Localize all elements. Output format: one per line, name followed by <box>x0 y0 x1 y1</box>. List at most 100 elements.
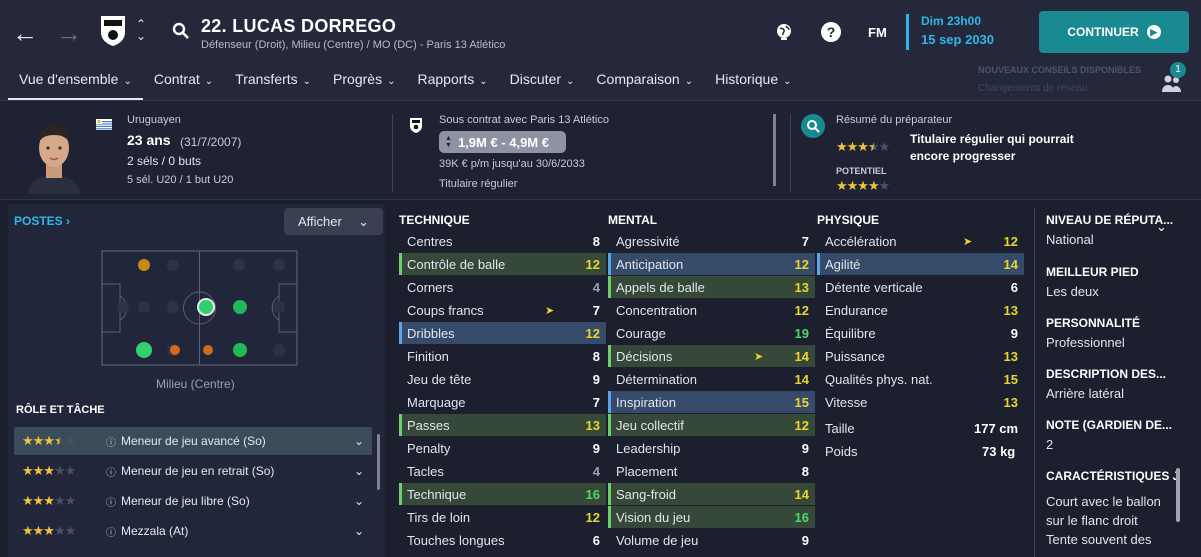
attr-row[interactable]: Endurance 13 <box>817 299 1024 321</box>
help-icon[interactable]: ? <box>821 22 841 42</box>
info-scrollbar[interactable] <box>1176 468 1180 522</box>
chevron-down-icon[interactable]: ⌄ <box>1156 219 1167 235</box>
role-stars: ★★★★★ <box>22 523 76 538</box>
attr-row[interactable]: Marquage 7 <box>399 391 606 413</box>
info-item[interactable]: NOTE (GARDIEN DE... 2 <box>1046 418 1176 469</box>
attr-row[interactable]: Accélération ➤ 12 <box>817 230 1024 252</box>
roles-scrollbar[interactable] <box>377 434 380 490</box>
world-globe-icon[interactable] <box>774 22 794 42</box>
role-name: Meneur de jeu libre (So) <box>121 494 250 508</box>
search-icon[interactable] <box>172 22 190 45</box>
height-value: 177 cm <box>974 421 1019 436</box>
role-item[interactable]: ★★★★★ ⓘ Mezzala (At) ⌄ <box>14 517 372 545</box>
attr-row[interactable]: Concentration 12 <box>608 299 815 321</box>
coach-report-icon[interactable] <box>801 114 825 138</box>
role-name: Meneur de jeu avancé (So) <box>121 434 266 448</box>
club-crest-icon <box>100 15 126 47</box>
attr-row[interactable]: Appels de balle 13 <box>608 276 815 298</box>
role-stars: ★★★★★ <box>22 433 76 448</box>
chevron-down-icon[interactable]: ⌄ <box>354 464 364 478</box>
strip-scrollbar[interactable] <box>773 114 776 186</box>
tab-transfers[interactable]: Transferts ⌄ <box>224 67 322 97</box>
info-icon: ⓘ <box>106 497 116 509</box>
physique-list: Accélération ➤ 12 Agilité 14 Détente vertic… <box>817 230 1024 414</box>
tab-reports[interactable]: Rapports ⌄ <box>406 67 498 97</box>
attr-row[interactable]: Volume de jeu 9 <box>608 529 815 551</box>
attr-row[interactable]: Puissance 13 <box>817 345 1024 367</box>
trend-arrow-icon: ➤ <box>545 304 555 317</box>
player-avatar <box>24 118 84 194</box>
show-dropdown[interactable]: Afficher ⌄ <box>284 208 383 235</box>
attr-row[interactable]: Vision du jeu 16 <box>608 506 815 528</box>
attr-row[interactable]: Passes 13 <box>399 414 606 436</box>
transfer-value-badge[interactable]: ▲ ▼ 1,9M € - 4,9M € <box>439 131 566 153</box>
attr-row[interactable]: Placement 8 <box>608 460 815 482</box>
attr-row[interactable]: Sang-froid 14 <box>608 483 815 505</box>
trend-arrow-icon: ➤ <box>754 350 764 363</box>
attr-row[interactable]: Leadership 9 <box>608 437 815 459</box>
chevron-down-icon[interactable]: ⌄ <box>354 434 364 448</box>
info-column: NIVEAU DE RÉPUTA... National MEILLEUR PIE… <box>1046 213 1176 547</box>
attr-row[interactable]: Tirs de loin 12 <box>399 506 606 528</box>
attr-row[interactable]: Centres 8 <box>399 230 606 252</box>
attr-row[interactable]: Agilité 14 <box>817 253 1024 275</box>
attr-row[interactable]: Corners 4 <box>399 276 606 298</box>
continue-button[interactable]: CONTINUER ▶ <box>1039 11 1189 53</box>
attr-row[interactable]: Contrôle de balle 12 <box>399 253 606 275</box>
tab-bar: Vue d'ensemble ⌄ Contrat ⌄ Transferts ⌄ Pro… <box>8 67 803 100</box>
back-arrow-icon[interactable]: ← <box>12 18 38 49</box>
role-item[interactable]: ★★★★★ ⓘ Meneur de jeu en retrait (So) ⌄ <box>14 457 372 485</box>
attr-row[interactable]: Dribbles 12 <box>399 322 606 344</box>
tab-discuss[interactable]: Discuter ⌄ <box>499 67 586 97</box>
info-item[interactable]: CARACTÉRISTIQUES JO Court avec le ballon … <box>1046 469 1176 547</box>
social-notification-icon[interactable]: 1 <box>1160 62 1190 94</box>
contract-wage: 39K € p/m jusqu'au 30/6/2033 <box>439 158 585 170</box>
attr-row[interactable]: Jeu collectif 12 <box>608 414 815 436</box>
attr-row[interactable]: Décisions ➤ 14 <box>608 345 815 367</box>
tab-contract[interactable]: Contrat ⌄ <box>143 67 224 97</box>
player-dob: (31/7/2007) <box>180 135 242 149</box>
positions-link[interactable]: POSTES › <box>14 214 70 228</box>
chevron-down-icon[interactable]: ⌄ <box>354 494 364 508</box>
attr-row[interactable]: Équilibre 9 <box>817 322 1024 344</box>
mental-list: Agressivité 7 Anticipation 12 Appels de ba… <box>608 230 815 552</box>
attr-row[interactable]: Touches longues 6 <box>399 529 606 551</box>
forward-arrow-icon[interactable]: → <box>56 18 82 49</box>
weight-label: Poids <box>825 444 858 459</box>
attr-row[interactable]: Courage 19 <box>608 322 815 344</box>
attr-row[interactable]: Jeu de tête 9 <box>399 368 606 390</box>
roles-heading: RÔLE ET TÂCHE <box>16 404 105 416</box>
attr-row[interactable]: Finition 8 <box>399 345 606 367</box>
attr-row[interactable]: Détente verticale 6 <box>817 276 1024 298</box>
attr-row[interactable]: Agressivité 7 <box>608 230 815 252</box>
tab-overview[interactable]: Vue d'ensemble ⌄ <box>8 67 143 100</box>
info-item[interactable]: MEILLEUR PIED Les deux <box>1046 265 1176 316</box>
weight-value: 73 kg <box>982 444 1016 459</box>
attr-row[interactable]: Détermination 14 <box>608 368 815 390</box>
tab-history[interactable]: Historique ⌄ <box>704 67 802 97</box>
date-day: Dim 23h00 <box>921 14 982 28</box>
attr-row[interactable]: Qualités phys. nat. 15 <box>817 368 1024 390</box>
attr-row[interactable]: Anticipation 12 <box>608 253 815 275</box>
attr-row[interactable]: Penalty 9 <box>399 437 606 459</box>
tab-comparison[interactable]: Comparaison ⌄ <box>585 67 704 97</box>
tab-progress[interactable]: Progrès ⌄ <box>322 67 406 97</box>
value-stepper-icon: ▲ ▼ <box>445 135 452 149</box>
chevron-down-icon[interactable]: ⌄ <box>354 524 364 538</box>
technique-heading: TECHNIQUE <box>399 213 470 227</box>
attr-row[interactable]: Technique 16 <box>399 483 606 505</box>
role-item[interactable]: ★★★★★ ⓘ Meneur de jeu libre (So) ⌄ <box>14 487 372 515</box>
game-date[interactable]: Dim 23h00 15 sep 2030 <box>906 14 1016 50</box>
technique-list: Centres 8 Contrôle de balle 12 Corners 4 Co… <box>399 230 606 552</box>
attr-row[interactable]: Coups francs ➤ 7 <box>399 299 606 321</box>
player-switch-icon[interactable]: ⌃ ⌄ <box>136 18 146 42</box>
info-item[interactable]: PERSONNALITÉ Professionnel <box>1046 316 1176 367</box>
fm-menu-button[interactable]: FM <box>868 25 887 40</box>
attr-row[interactable]: Tacles 4 <box>399 460 606 482</box>
page-title: 22. LUCAS DORREGO <box>201 16 397 36</box>
attr-row[interactable]: Inspiration 15 <box>608 391 815 413</box>
info-item[interactable]: DESCRIPTION DES... Arrière latéral <box>1046 367 1176 418</box>
attr-row[interactable]: Vitesse 13 <box>817 391 1024 413</box>
role-item[interactable]: ★★★★★ ⓘ Meneur de jeu avancé (So) ⌄ <box>14 427 372 455</box>
transfer-value: 1,9M € - 4,9M € <box>457 134 549 150</box>
